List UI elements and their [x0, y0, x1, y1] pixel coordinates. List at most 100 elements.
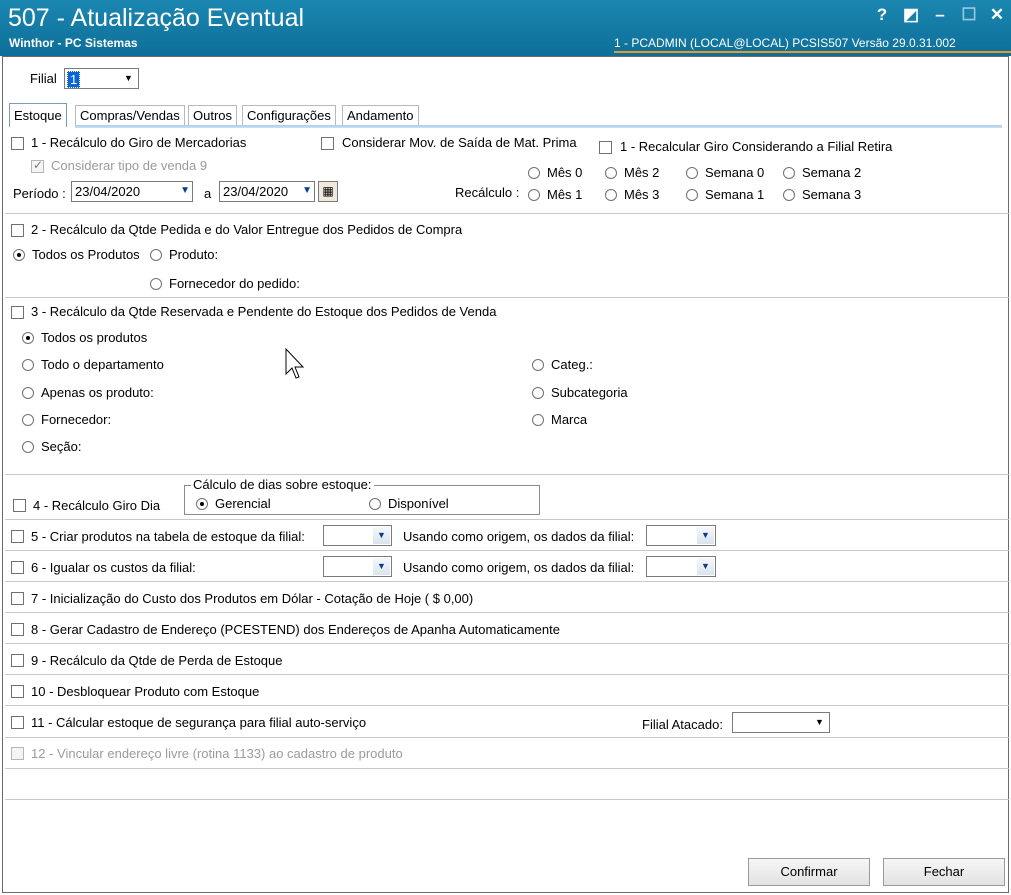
section9-label: 9 - Recálculo da Qtde de Perda de Estoqu…	[31, 653, 283, 668]
filial-atacado-select[interactable]: ▼	[732, 712, 830, 733]
chevron-down-icon[interactable]: ▼	[302, 185, 312, 196]
section1-checkbox[interactable]	[11, 137, 24, 150]
section5-checkbox[interactable]	[11, 530, 24, 543]
filial-retira-checkbox[interactable]	[599, 141, 612, 154]
section2-checkbox[interactable]	[11, 224, 24, 237]
section5-origem-label: Usando como origem, os dados da filial:	[403, 529, 635, 544]
calendar-icon[interactable]: ▦	[318, 181, 338, 202]
radio-secao[interactable]	[22, 441, 34, 453]
section9-checkbox[interactable]	[11, 654, 24, 667]
label-apenas: Apenas os produto:	[41, 385, 154, 400]
section11-checkbox[interactable]	[11, 716, 24, 729]
label-mes2: Mês 2	[624, 165, 660, 180]
chevron-down-icon[interactable]: ▼	[120, 70, 137, 87]
divider	[5, 550, 1009, 551]
date-separator: a	[204, 186, 212, 201]
label-fornecedor: Fornecedor:	[41, 412, 112, 427]
label-subcategoria: Subcategoria	[551, 385, 628, 400]
radio-departamento[interactable]	[22, 359, 34, 371]
divider	[5, 768, 1009, 769]
divider	[5, 213, 1009, 214]
chevron-down-icon[interactable]: ▼	[180, 185, 190, 196]
tab-andamento[interactable]: Andamento	[342, 105, 419, 125]
radio-apenas[interactable]	[22, 387, 34, 399]
window-title: 507 - Atualização Eventual	[8, 4, 305, 32]
title-bar: 507 - Atualização Eventual Winthor - PC …	[0, 0, 1011, 56]
label-mes1: Mês 1	[547, 187, 583, 202]
mov-saida-checkbox[interactable]	[321, 137, 334, 150]
label-mes3: Mês 3	[624, 187, 660, 202]
periodo-label: Período :	[13, 186, 66, 201]
date-from-value: 23/04/2020	[75, 184, 141, 199]
section4-label: 4 - Recálculo Giro Dia	[33, 498, 161, 513]
radio-fornecedor-pedido[interactable]	[150, 278, 162, 290]
label-todos-produtos: Todos os Produtos	[32, 247, 140, 262]
tipo-venda-checkbox[interactable]	[31, 158, 44, 173]
tab-configuracoes[interactable]: Configurações	[242, 105, 336, 125]
help-icon[interactable]: ?	[871, 4, 893, 26]
radio-produto[interactable]	[150, 249, 162, 261]
section7-label: 7 - Inicialização do Custo dos Produtos …	[31, 591, 474, 606]
chevron-down-icon[interactable]: ▼	[373, 527, 390, 544]
radio-gerencial[interactable]	[196, 498, 208, 510]
confirmar-button[interactable]: Confirmar	[748, 858, 870, 886]
radio-categ[interactable]	[532, 359, 544, 371]
close-icon[interactable]: ✕	[986, 4, 1008, 26]
radio-semana2[interactable]	[783, 167, 795, 179]
chevron-down-icon[interactable]: ▼	[697, 558, 714, 575]
label-gerencial: Gerencial	[215, 496, 271, 511]
section1-label: 1 - Recálculo do Giro de Mercadorias	[31, 135, 247, 150]
section12-checkbox[interactable]	[11, 747, 24, 760]
label-mes0: Mês 0	[547, 165, 583, 180]
chevron-down-icon[interactable]: ▼	[697, 527, 714, 544]
tab-compras-vendas[interactable]: Compras/Vendas	[75, 105, 185, 125]
filial-retira-label: 1 - Recalcular Giro Considerando a Filia…	[620, 139, 893, 154]
section7-checkbox[interactable]	[11, 592, 24, 605]
radio-semana1[interactable]	[686, 189, 698, 201]
divider	[5, 474, 1009, 475]
divider	[5, 674, 1009, 675]
chevron-down-icon[interactable]: ▼	[811, 714, 828, 731]
tab-estoque[interactable]: Estoque	[9, 103, 67, 127]
radio-subcategoria[interactable]	[532, 387, 544, 399]
minimize-icon[interactable]: –	[929, 4, 951, 26]
radio-semana3[interactable]	[783, 189, 795, 201]
date-to-value: 23/04/2020	[223, 184, 289, 199]
radio-mes3[interactable]	[605, 189, 617, 201]
radio-mes1[interactable]	[528, 189, 540, 201]
section5-filial-select[interactable]: ▼	[323, 525, 392, 546]
tab-underline	[75, 125, 1002, 128]
label-produto: Produto:	[169, 247, 219, 262]
radio-marca[interactable]	[532, 414, 544, 426]
tab-outros[interactable]: Outros	[188, 105, 238, 125]
section5-origem-select[interactable]: ▼	[646, 525, 716, 546]
label-disponivel: Disponível	[388, 496, 449, 511]
radio-mes2[interactable]	[605, 167, 617, 179]
section6-checkbox[interactable]	[11, 561, 24, 574]
radio-todos-produtos[interactable]	[13, 249, 25, 261]
divider	[5, 737, 1009, 738]
radio-semana0[interactable]	[686, 167, 698, 179]
restore-icon[interactable]: ◩	[900, 4, 922, 26]
radio-fornecedor[interactable]	[22, 414, 34, 426]
section8-checkbox[interactable]	[11, 623, 24, 636]
radio-mes0[interactable]	[528, 167, 540, 179]
date-to-field[interactable]: 23/04/2020 ▼	[219, 181, 315, 202]
fechar-button[interactable]: Fechar	[883, 858, 1005, 886]
section3-checkbox[interactable]	[11, 306, 24, 319]
chevron-down-icon[interactable]: ▼	[373, 558, 390, 575]
mov-saida-label: Considerar Mov. de Saída de Mat. Prima	[342, 135, 577, 150]
section6-filial-select[interactable]: ▼	[323, 556, 392, 577]
section10-checkbox[interactable]	[11, 685, 24, 698]
section6-origem-select[interactable]: ▼	[646, 556, 716, 577]
window-subtitle: Winthor - PC Sistemas	[9, 36, 138, 50]
divider	[5, 519, 1009, 520]
date-from-field[interactable]: 23/04/2020 ▼	[71, 181, 193, 202]
filial-value: 1	[67, 71, 81, 88]
radio-disponivel[interactable]	[369, 498, 381, 510]
maximize-icon[interactable]: ☐	[958, 4, 980, 26]
section4-checkbox[interactable]	[13, 499, 26, 512]
divider	[5, 643, 1009, 644]
radio-todos-os-produtos[interactable]	[22, 332, 34, 344]
filial-select[interactable]: 1 ▼	[64, 68, 139, 89]
